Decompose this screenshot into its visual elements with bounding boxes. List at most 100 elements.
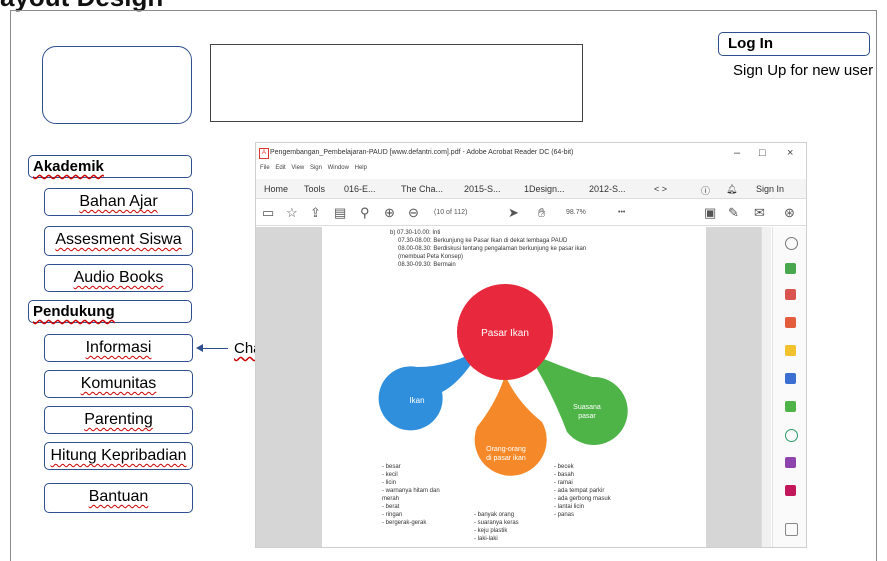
- right-list-item: - basah: [554, 472, 575, 478]
- menu-file[interactable]: File: [260, 165, 270, 171]
- close-icon[interactable]: ×: [787, 147, 793, 159]
- left-list: - besar - kecil - licin - warnanya hitam…: [382, 463, 440, 527]
- combine-icon[interactable]: [785, 373, 796, 384]
- right-list-item: - ramai: [554, 480, 573, 486]
- nav-informasi[interactable]: Informasi: [44, 334, 193, 362]
- hand-icon[interactable]: ✋︎: [538, 205, 545, 221]
- nav-bahan-ajar[interactable]: Bahan Ajar: [44, 188, 193, 216]
- left-list-item: - kecil: [382, 472, 398, 478]
- tab-doc-4[interactable]: 1Design...: [524, 184, 565, 194]
- menu-view[interactable]: View: [291, 165, 304, 171]
- edit-icon[interactable]: [785, 457, 796, 468]
- nav-hitung-kepribadian[interactable]: Hitung Kepribadian: [44, 442, 193, 470]
- bell-icon[interactable]: 🔔︎: [726, 184, 737, 195]
- pdf-tabbar: Home Tools 016-E... The Cha... 2015-S...…: [256, 179, 806, 199]
- menu-window[interactable]: Window: [328, 165, 349, 171]
- signup-link[interactable]: Sign Up for new user: [733, 62, 873, 79]
- signin-link[interactable]: Sign In: [756, 184, 784, 194]
- concept-bottom-label-1: Orang-orang: [486, 446, 526, 453]
- maximize-icon[interactable]: □: [759, 147, 766, 159]
- zoom-in-icon[interactable]: [785, 237, 798, 250]
- tab-doc-2[interactable]: The Cha...: [401, 184, 443, 194]
- nav-bahan-ajar-label: Bahan Ajar: [79, 193, 158, 210]
- more-icon[interactable]: •••: [618, 209, 625, 216]
- print-icon[interactable]: ▤: [334, 205, 346, 221]
- menu-help[interactable]: Help: [355, 165, 367, 171]
- menu-edit[interactable]: Edit: [275, 165, 285, 171]
- pdf-menubar: File Edit View Sign Window Help: [256, 165, 806, 177]
- pdf-page: b) 07.30-10.00: Inti 07.30-08.00: Berkun…: [322, 227, 706, 547]
- concept-center-label: Pasar Ikan: [481, 328, 529, 339]
- pdf-window-title: Pengembangan_Pembelajaran-PAUD [www.defa…: [270, 149, 574, 156]
- mail-icon[interactable]: ✉: [754, 205, 765, 221]
- nav-audio-books-label: Audio Books: [73, 269, 164, 286]
- concept-bottom-label-2: di pasar ikan: [486, 455, 526, 462]
- nav-parenting[interactable]: Parenting: [44, 406, 193, 434]
- cursor-icon[interactable]: ➤: [508, 205, 519, 221]
- zoom-level[interactable]: 98.7%: [566, 209, 586, 216]
- pdf-scrollbar[interactable]: [761, 227, 771, 547]
- tab-home[interactable]: Home: [264, 184, 288, 194]
- tab-tools[interactable]: Tools: [304, 184, 325, 194]
- comment-icon[interactable]: [785, 345, 796, 356]
- left-list-item: - bergerak-gerak: [382, 520, 427, 526]
- pdf-reader-screenshot: A Pengembangan_Pembelajaran-PAUD [www.de…: [255, 142, 807, 548]
- concept-right-label-1: Suasana: [573, 404, 601, 411]
- page-indicator[interactable]: (10 of 112): [434, 209, 467, 216]
- pdf-tools-sidebar: [772, 227, 806, 547]
- left-list-item: - ringan: [382, 512, 403, 518]
- menu-sign[interactable]: Sign: [310, 165, 322, 171]
- pdf-file-icon: A: [259, 148, 269, 159]
- export-pdf-icon[interactable]: [785, 263, 796, 274]
- tab-doc-3[interactable]: 2015-S...: [464, 184, 501, 194]
- fill-sign-icon[interactable]: [785, 401, 796, 412]
- nav-komunitas-label: Komunitas: [80, 375, 157, 392]
- expand-icon[interactable]: [785, 523, 798, 536]
- page-down-icon[interactable]: ⊖: [408, 205, 419, 221]
- share-icon[interactable]: ⊛: [784, 205, 795, 221]
- chatbot-arrow: [200, 348, 228, 349]
- left-list-item: - warnanya hitam dan: [382, 488, 440, 494]
- right-list-item: - lantai licin: [554, 504, 585, 510]
- tab-doc-1[interactable]: 016-E...: [344, 184, 376, 194]
- help-icon[interactable]: ⓘ: [701, 184, 710, 197]
- concept-left-label: Ikan: [409, 396, 424, 405]
- zoom-icon[interactable]: ⚲: [360, 205, 370, 221]
- section-pendukung[interactable]: Pendukung: [28, 300, 192, 323]
- nav-bantuan[interactable]: Bantuan: [44, 483, 193, 513]
- nav-hitung-kepribadian-label: Hitung Kepribadian: [50, 447, 187, 464]
- right-list-item: - ada gerbong masuk: [554, 496, 611, 502]
- bottom-list-item: - suaranya keras: [474, 520, 519, 526]
- pdf-right-gutter: [706, 227, 761, 547]
- organize-icon[interactable]: [785, 289, 796, 300]
- pdf-toolbar: ▭ ☆ ⇪ ▤ ⚲ ⊕ ⊖ (10 of 112) ➤ ✋︎ 98.7% •••…: [256, 200, 806, 226]
- nav-komunitas[interactable]: Komunitas: [44, 370, 193, 398]
- nav-parenting-label: Parenting: [84, 411, 153, 428]
- more-tools-icon[interactable]: [785, 485, 796, 496]
- logo-placeholder: [42, 46, 192, 124]
- left-list-item: - besar: [382, 464, 401, 470]
- save-icon[interactable]: ▭: [262, 205, 274, 221]
- nav-bantuan-label: Bantuan: [88, 488, 149, 505]
- banner-placeholder: [210, 44, 583, 122]
- nav-assesment-siswa[interactable]: Assesment Siswa: [44, 226, 193, 256]
- tab-doc-5[interactable]: 2012-S...: [589, 184, 626, 194]
- minimize-icon[interactable]: –: [734, 147, 740, 159]
- file-tool-icon[interactable]: ▣: [704, 205, 716, 221]
- bottom-list: - banyak orang - suaranya keras - keju p…: [474, 511, 519, 543]
- upload-icon[interactable]: ⇪: [310, 205, 321, 221]
- section-akademik[interactable]: Akademik: [28, 155, 192, 178]
- login-button[interactable]: Log In: [718, 32, 870, 56]
- protect-icon[interactable]: [785, 429, 798, 442]
- star-icon[interactable]: ☆: [286, 205, 298, 221]
- nav-audio-books[interactable]: Audio Books: [44, 264, 193, 292]
- right-list: - becek - basah - ramai - ada tempat par…: [554, 463, 611, 519]
- tab-nav-arrows[interactable]: < >: [654, 184, 667, 194]
- page-up-icon[interactable]: ⊕: [384, 205, 395, 221]
- right-list-item: - panas: [554, 512, 575, 518]
- create-pdf-icon[interactable]: [785, 317, 796, 328]
- sign-tool-icon[interactable]: ✎: [728, 205, 739, 221]
- left-list-item: - licin: [382, 480, 397, 486]
- nav-informasi-label: Informasi: [85, 339, 152, 356]
- nav-assesment-siswa-label: Assesment Siswa: [55, 231, 182, 248]
